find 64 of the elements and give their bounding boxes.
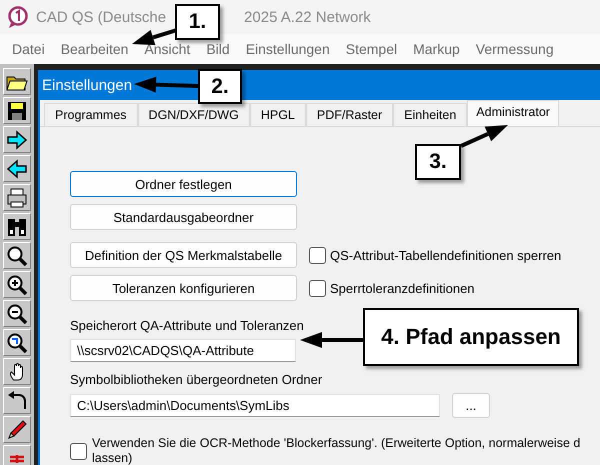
menu-item[interactable]: Ansicht (136, 41, 198, 57)
tab[interactable]: DGN/DXF/DWG (138, 103, 250, 126)
app-logo-icon (8, 6, 28, 28)
menu-item[interactable]: Bearbeiten (52, 41, 136, 57)
tab[interactable]: Einheiten (393, 103, 468, 126)
callout-label: 2. (198, 69, 242, 104)
tool-button[interactable] (3, 271, 31, 298)
arrow (132, 28, 178, 46)
tab[interactable]: Programmes (44, 103, 138, 126)
tool-button[interactable] (3, 300, 31, 327)
window-title: CAD QS (Deutsche (36, 8, 166, 26)
action-button[interactable]: Toleranzen konfigurieren (70, 275, 297, 301)
arrow (460, 125, 508, 148)
tool-button[interactable] (3, 126, 31, 153)
zoom-refresh-icon (5, 330, 29, 354)
menu-item[interactable]: Markup (405, 41, 468, 57)
menu-item[interactable]: Einstellungen (238, 41, 338, 57)
hand-icon (8, 362, 26, 380)
menu-item[interactable]: Datei (4, 41, 53, 57)
checkbox-label: lassen) (92, 451, 134, 465)
tab[interactable]: Administrator (467, 100, 559, 126)
tool-button[interactable] (3, 387, 31, 414)
tool-button[interactable] (3, 184, 31, 211)
browse-button[interactable]: ... (452, 393, 490, 418)
tool-button[interactable] (3, 68, 31, 95)
zoom-out-icon (5, 302, 29, 326)
menu-item[interactable]: Bild (198, 41, 238, 57)
path-field[interactable]: \\scsrv02\CADQS\QA-Attribute (70, 339, 296, 362)
window-title: 2025 A.22 Network (244, 8, 371, 26)
tool-button[interactable] (3, 155, 31, 182)
tool-button[interactable] (3, 329, 31, 356)
arrow (134, 76, 198, 93)
menu-item[interactable]: Vermessung (468, 41, 562, 57)
printer-icon (5, 186, 29, 210)
left-arrow-icon (5, 156, 29, 180)
menu-item[interactable]: Stempel (338, 41, 406, 57)
checkbox[interactable] (309, 280, 326, 296)
tool-button[interactable] (3, 416, 31, 443)
zoom-in-icon (5, 272, 29, 296)
callout-label: 3. (415, 144, 461, 180)
callout-label: 4. Pfad anpassen (363, 308, 579, 366)
dialog-title: Einstellungen (42, 76, 132, 94)
action-button[interactable]: Ordner festlegen (70, 171, 297, 197)
checkbox-label: Verwenden Sie die OCR-Methode 'Blockerfassung'. (Erweiterte Option, normalerweise d (92, 436, 580, 451)
callout-label: 1. (175, 4, 220, 40)
crossbar-icon (9, 454, 25, 464)
tab[interactable]: HPGL (250, 103, 306, 126)
checkbox[interactable] (309, 246, 326, 264)
field-label: Symbolbibliotheken übergeordneten Ordner (70, 372, 324, 387)
path-field[interactable]: C:\Users\admin\Documents\SymLibs (70, 394, 440, 417)
tool-button[interactable] (3, 97, 31, 124)
checkbox-label: Sperrtoleranzdefinitionen (330, 280, 475, 296)
action-button[interactable]: Definition der QS Merkmalstabelle (70, 242, 297, 268)
pencil-icon (5, 418, 29, 442)
tool-button[interactable] (3, 213, 31, 240)
tool-button[interactable] (3, 358, 31, 385)
field-label: Speicherort QA-Attribute und Toleranzen (70, 318, 305, 333)
tab[interactable]: PDF/Raster (306, 103, 394, 126)
arrow (300, 332, 363, 348)
checkbox-label: QS-Attribut-Tabellendefinitionen sperren (330, 248, 562, 262)
action-button[interactable]: Standardausgabeordner (70, 204, 297, 230)
magnifier-icon (5, 244, 29, 268)
checkbox[interactable] (70, 442, 87, 460)
tool-button[interactable] (3, 242, 31, 269)
